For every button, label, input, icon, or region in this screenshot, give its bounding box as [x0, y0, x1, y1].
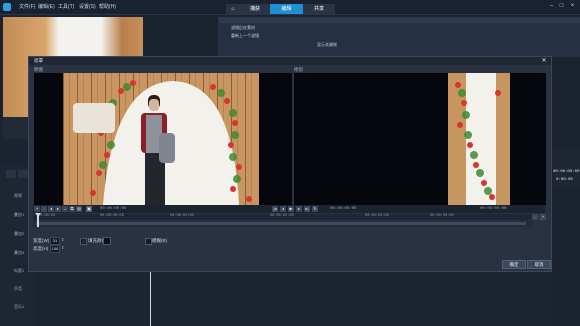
- width-stepper-icon[interactable]: ⇕: [61, 237, 64, 242]
- timecode-out: 00:00:00:00: [480, 207, 507, 211]
- keyframe-flip-icon[interactable]: ↔: [62, 206, 68, 212]
- dialog-titlebar: [29, 57, 551, 65]
- ruler-label-3: 00:00:02:00: [270, 214, 294, 218]
- dialog-close-icon[interactable]: ✕: [540, 57, 548, 65]
- app-logo-icon: [3, 3, 11, 11]
- trimmed-preview: [294, 73, 546, 205]
- menu-tools[interactable]: 工具(T): [58, 3, 74, 11]
- height-stepper-icon[interactable]: ⇕: [61, 245, 64, 250]
- width-input[interactable]: 31: [50, 237, 60, 245]
- options-panel: [218, 17, 580, 57]
- close-window-icon[interactable]: ×: [569, 3, 576, 10]
- scroll-thumb[interactable]: [36, 222, 526, 225]
- dialog-title: 遮罩: [34, 58, 43, 63]
- ruler-label-5: 00:00:03:00: [430, 214, 454, 218]
- blur-label: 模糊(B): [152, 238, 167, 243]
- step-forward-icon[interactable]: ▸: [296, 206, 302, 212]
- timeline-view-icon[interactable]: [18, 170, 28, 178]
- keyframe-paste-icon[interactable]: ▤: [76, 206, 82, 212]
- play-end-icon[interactable]: ▸|: [304, 206, 310, 212]
- menu-settings[interactable]: 设置(S): [79, 3, 96, 11]
- timecode-current: 00:00:00:00: [100, 207, 127, 211]
- tab-share[interactable]: 共享: [303, 4, 335, 14]
- option-show-keyframes[interactable]: 显示关键帧: [317, 42, 337, 48]
- original-preview: [34, 73, 292, 205]
- track-overlay1: 叠加1: [14, 212, 25, 217]
- track-music1: 音乐1: [14, 304, 25, 309]
- snapshot-icon[interactable]: ▣: [86, 206, 92, 212]
- tab-edit[interactable]: 编辑: [270, 4, 303, 14]
- zoom-in-icon[interactable]: +: [540, 214, 546, 220]
- storyboard-view-icon[interactable]: [6, 170, 16, 178]
- height-label: 高度(H): [33, 246, 49, 251]
- ruler-label-0: 00:00:00: [38, 214, 56, 218]
- height-input[interactable]: 100: [50, 245, 60, 253]
- keyframe-next-icon[interactable]: ▸: [55, 206, 61, 212]
- timeline-playhead[interactable]: [150, 272, 151, 326]
- tab-capture[interactable]: 捕获: [240, 4, 270, 14]
- keyframe-prev-icon[interactable]: ◂: [48, 206, 54, 212]
- play-icon[interactable]: ▶: [288, 206, 294, 212]
- ok-button[interactable]: 确定: [502, 260, 526, 269]
- play-start-icon[interactable]: |◂: [272, 206, 278, 212]
- timecode-in: 00:00:00:00: [330, 207, 357, 211]
- menu-edit[interactable]: 编辑(E): [38, 3, 55, 11]
- timeline-area: [34, 270, 554, 326]
- track-video: 视频: [14, 193, 22, 198]
- trimmed-image: [448, 73, 510, 205]
- option-replace-filter[interactable]: 滤镜后在素材: [231, 25, 255, 31]
- options-panel-header: [218, 17, 580, 23]
- fill-color-swatch[interactable]: [103, 237, 111, 245]
- right-edge-value: 0:00:00: [556, 178, 573, 182]
- maximize-icon[interactable]: □: [558, 3, 565, 10]
- zoom-out-icon[interactable]: -: [532, 214, 538, 220]
- tab-home[interactable]: ⌂: [226, 4, 240, 14]
- keyframe-add-icon[interactable]: +: [34, 206, 40, 212]
- original-image: [63, 73, 259, 205]
- ruler-label-2: 00:00:01:00: [170, 214, 194, 218]
- track-overlay2: 叠加2: [14, 231, 25, 236]
- keyframe-copy-icon[interactable]: ⧉: [69, 206, 75, 212]
- step-back-icon[interactable]: ◂: [280, 206, 286, 212]
- track-title1: 标题1: [14, 268, 25, 273]
- blur-checkbox[interactable]: [145, 238, 152, 245]
- cancel-button[interactable]: 取消: [527, 260, 551, 269]
- menu-help[interactable]: 帮助(H): [99, 3, 116, 11]
- right-edge-timecode: 00:00:00:00: [553, 170, 580, 174]
- repeat-icon[interactable]: ↻: [312, 206, 318, 212]
- keyframe-remove-icon[interactable]: -: [41, 206, 47, 212]
- menu-file[interactable]: 文件(F): [19, 3, 35, 11]
- fill-color-checkbox[interactable]: ✓: [80, 238, 87, 245]
- ruler-label-4: 00:00:02:08: [365, 214, 389, 218]
- width-label: 宽度(W): [33, 238, 50, 243]
- minimize-icon[interactable]: –: [548, 3, 555, 10]
- track-voice: 声音: [14, 286, 22, 291]
- option-previous-filter[interactable]: 重新上一个滤镜: [231, 33, 259, 39]
- ruler-label-1: 00:00:00:08: [100, 214, 124, 218]
- track-overlay3: 叠加3: [14, 250, 25, 255]
